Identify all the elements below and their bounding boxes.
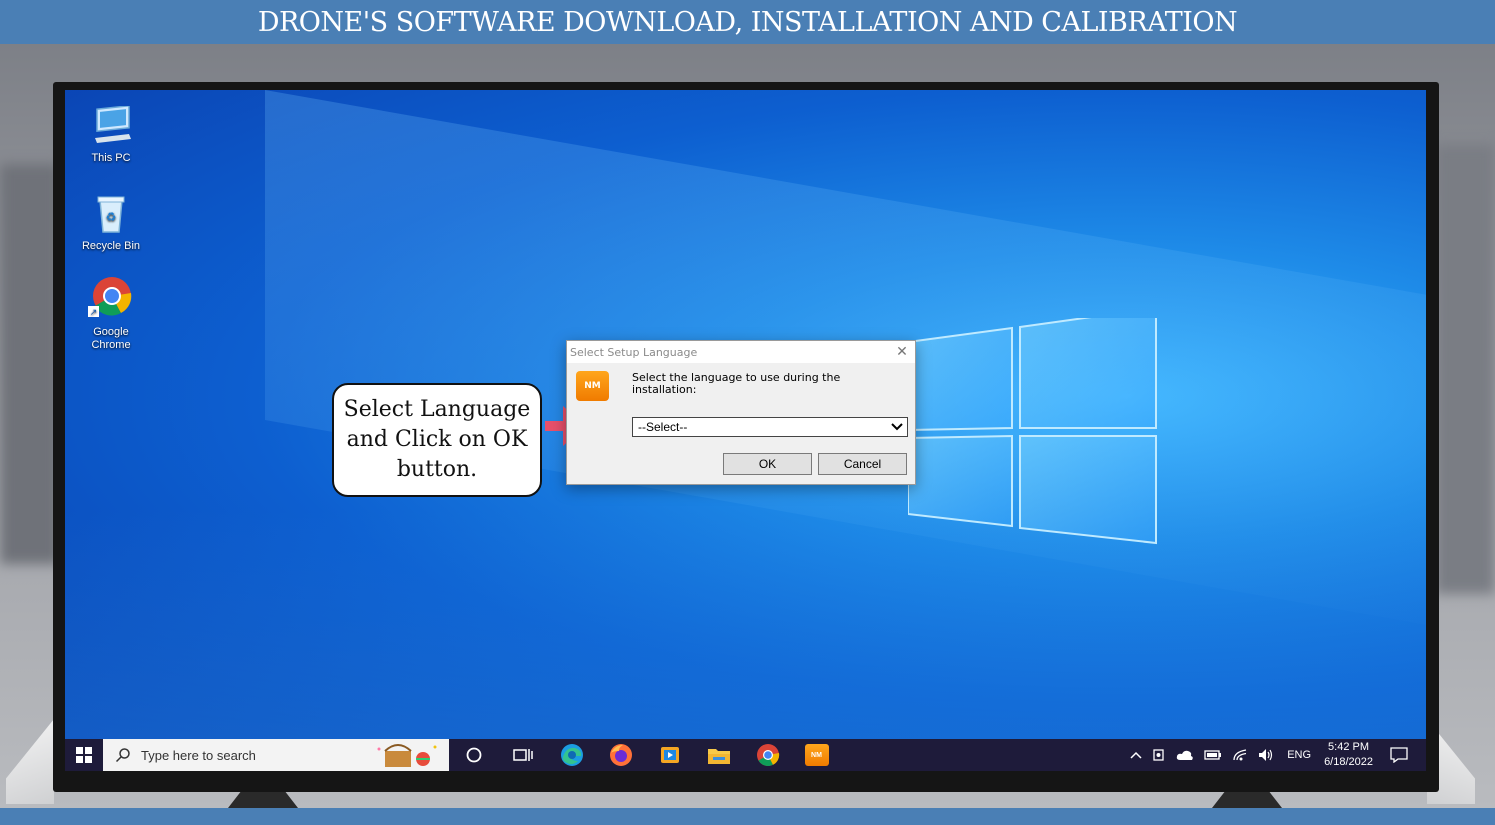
search-highlight-picnic-icon	[377, 744, 437, 767]
search-placeholder: Type here to search	[141, 747, 256, 763]
svg-text:♻: ♻	[106, 210, 117, 224]
task-view-icon	[512, 749, 533, 761]
language-indicator[interactable]: ENG	[1287, 749, 1311, 761]
desktop-icon-recycle-bin[interactable]: ♻ Recycle Bin	[71, 194, 151, 253]
dialog-title: Select Setup Language	[570, 345, 698, 359]
file-explorer-icon	[707, 749, 730, 764]
action-center-button[interactable]	[1390, 747, 1408, 763]
shelf-left	[6, 719, 54, 804]
cortana-icon	[466, 747, 481, 763]
svg-text:↗: ↗	[90, 308, 98, 318]
desktop-icon-this-pc[interactable]: This PC	[71, 104, 151, 165]
select-setup-language-dialog: Select Setup Language ✕ NM Select the la…	[566, 340, 916, 485]
notification-icon	[1390, 747, 1408, 763]
desktop-icon-google-chrome[interactable]: ↗ Google Chrome	[71, 276, 151, 352]
page-title: DRONE'S SOFTWARE DOWNLOAD, INSTALLATION …	[0, 0, 1495, 44]
meet-now-icon[interactable]	[1152, 748, 1166, 762]
chrome-icon	[756, 744, 779, 766]
battery-icon[interactable]	[1204, 749, 1222, 761]
recycle-bin-icon: ♻	[97, 196, 125, 233]
desktop-icon-label: This PC	[91, 152, 131, 164]
search-icon	[115, 748, 130, 763]
system-tray: ENG 5:42 PM 6/18/2022	[1125, 739, 1426, 771]
tray-overflow-chevron-icon[interactable]	[1130, 750, 1142, 760]
dialog-prompt: Select the language to use during the in…	[632, 371, 841, 396]
ok-button[interactable]: OK	[723, 453, 812, 475]
taskbar-file-explorer[interactable]	[694, 739, 743, 771]
firefox-icon	[609, 744, 632, 766]
chrome-icon: ↗	[88, 277, 132, 318]
language-select-value: --Select--	[638, 420, 688, 434]
wifi-icon[interactable]	[1232, 748, 1248, 762]
language-select[interactable]: --Select--	[632, 417, 908, 437]
instruction-callout: Select Language and Click on OK button.	[332, 383, 542, 497]
edge-icon	[560, 744, 583, 766]
close-icon[interactable]: ✕	[893, 343, 911, 361]
onedrive-cloud-icon[interactable]	[1176, 749, 1194, 761]
windows-start-icon	[76, 747, 92, 763]
windows-wallpaper-logo	[908, 318, 1157, 545]
volume-icon[interactable]	[1258, 748, 1274, 762]
taskbar-media-player[interactable]	[645, 739, 694, 771]
nm-logo-icon: NM	[576, 371, 609, 401]
clock-date: 6/18/2022	[1324, 756, 1373, 768]
desktop-icon-label: Google Chrome	[91, 326, 131, 351]
taskbar-firefox[interactable]	[596, 739, 645, 771]
footer-bar	[0, 808, 1495, 825]
dialog-titlebar[interactable]: Select Setup Language ✕	[567, 341, 915, 363]
media-player-icon	[660, 747, 679, 763]
task-view-button[interactable]	[498, 739, 547, 771]
nm-app-icon: NM	[804, 744, 829, 766]
cancel-button[interactable]: Cancel	[818, 453, 907, 475]
taskbar-search-box[interactable]: Type here to search	[103, 739, 449, 771]
cortana-button[interactable]	[449, 739, 498, 771]
taskbar-clock[interactable]: 5:42 PM 6/18/2022	[1324, 740, 1373, 770]
this-pc-icon	[95, 104, 131, 143]
clock-time: 5:42 PM	[1328, 741, 1370, 753]
taskbar: Type here to search NM ENG 5:42 PM 6/18/…	[65, 739, 1426, 771]
chevron-down-icon	[891, 423, 903, 431]
taskbar-chrome[interactable]	[743, 739, 792, 771]
taskbar-edge[interactable]	[547, 739, 596, 771]
desktop-icon-label: Recycle Bin	[81, 240, 141, 252]
start-button[interactable]	[65, 739, 103, 771]
taskbar-nm-app[interactable]: NM	[792, 739, 841, 771]
